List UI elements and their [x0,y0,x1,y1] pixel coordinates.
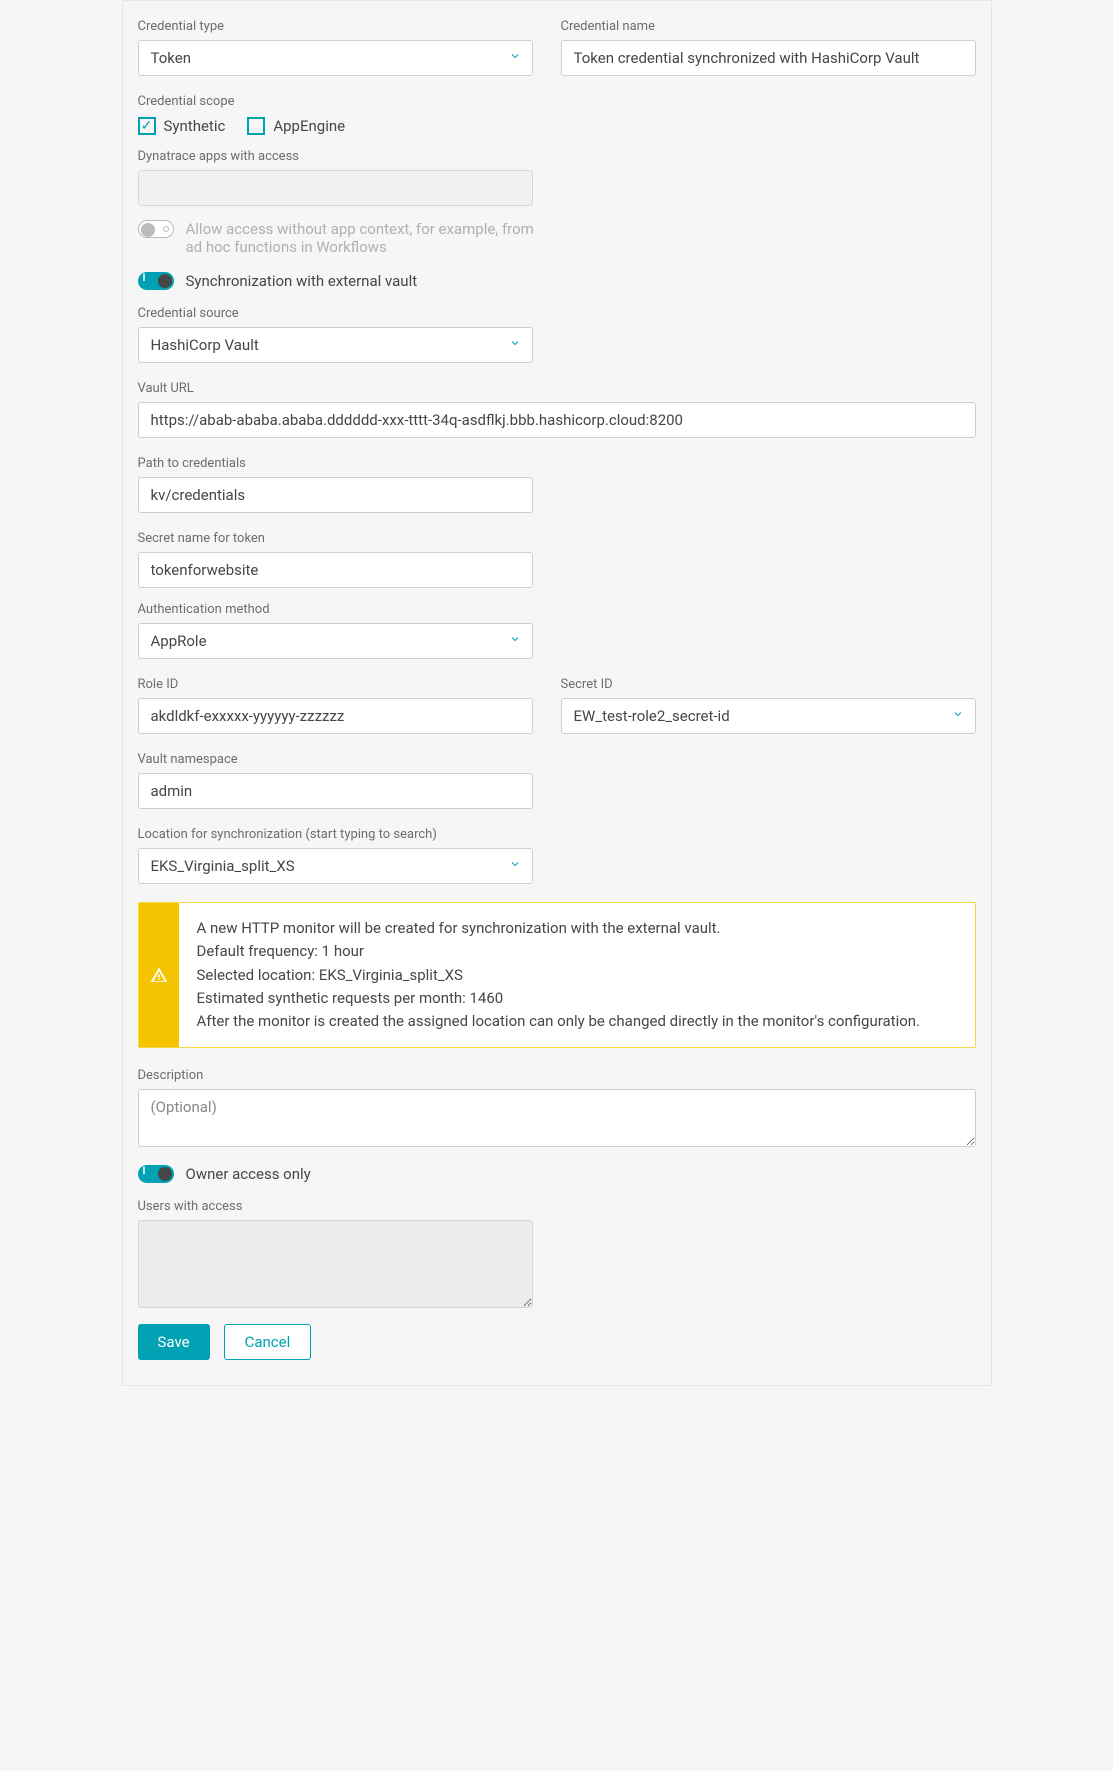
allow-access-label: Allow access without app context, for ex… [186,220,538,256]
credential-type-label: Credential type [138,19,533,34]
checkbox-unchecked-icon [247,117,265,135]
credential-name-input[interactable] [561,40,976,76]
scope-appengine-label: AppEngine [273,117,345,135]
vault-url-input[interactable] [138,402,976,438]
credential-scope-label: Credential scope [138,94,976,109]
warning-line-2: Default frequency: 1 hour [197,940,921,963]
scope-synthetic-checkbox[interactable]: ✓ Synthetic [138,117,226,135]
secret-name-token-label: Secret name for token [138,531,533,546]
secret-id-select[interactable] [561,698,976,734]
vault-namespace-input[interactable] [138,773,533,809]
warning-icon [139,903,179,1047]
apps-access-input[interactable] [138,170,533,206]
warning-line-3: Selected location: EKS_Virginia_split_XS [197,964,921,987]
auth-method-label: Authentication method [138,602,533,617]
location-sync-label: Location for synchronization (start typi… [138,827,533,842]
owner-access-label: Owner access only [186,1165,311,1183]
vault-namespace-label: Vault namespace [138,752,533,767]
sync-vault-label: Synchronization with external vault [186,272,418,290]
allow-access-toggle[interactable] [138,220,174,238]
location-sync-select[interactable] [138,848,533,884]
secret-id-value[interactable] [561,698,976,734]
role-id-input[interactable] [138,698,533,734]
credential-source-select[interactable] [138,327,533,363]
checkbox-checked-icon: ✓ [138,117,156,135]
users-access-label: Users with access [138,1199,976,1214]
warning-line-5: After the monitor is created the assigne… [197,1010,921,1033]
path-credentials-input[interactable] [138,477,533,513]
credential-type-select[interactable] [138,40,533,76]
apps-access-label: Dynatrace apps with access [138,149,976,164]
scope-appengine-checkbox[interactable]: AppEngine [247,117,345,135]
warning-line-1: A new HTTP monitor will be created for s… [197,917,921,940]
credential-source-value[interactable] [138,327,533,363]
users-access-input[interactable] [138,1220,533,1308]
vault-url-label: Vault URL [138,381,976,396]
credential-source-label: Credential source [138,306,533,321]
auth-method-value[interactable] [138,623,533,659]
path-credentials-label: Path to credentials [138,456,533,471]
credential-name-label: Credential name [561,19,976,34]
warning-line-4: Estimated synthetic requests per month: … [197,987,921,1010]
description-label: Description [138,1068,976,1083]
description-input[interactable] [138,1089,976,1147]
location-sync-value[interactable] [138,848,533,884]
save-button[interactable]: Save [138,1324,210,1360]
owner-access-toggle[interactable]: I [138,1165,174,1183]
secret-id-label: Secret ID [561,677,976,692]
credential-type-value[interactable] [138,40,533,76]
auth-method-select[interactable] [138,623,533,659]
cancel-button[interactable]: Cancel [224,1324,312,1360]
sync-vault-toggle[interactable]: I [138,272,174,290]
role-id-label: Role ID [138,677,533,692]
warning-box: A new HTTP monitor will be created for s… [138,902,976,1048]
secret-name-token-input[interactable] [138,552,533,588]
scope-synthetic-label: Synthetic [164,117,226,135]
